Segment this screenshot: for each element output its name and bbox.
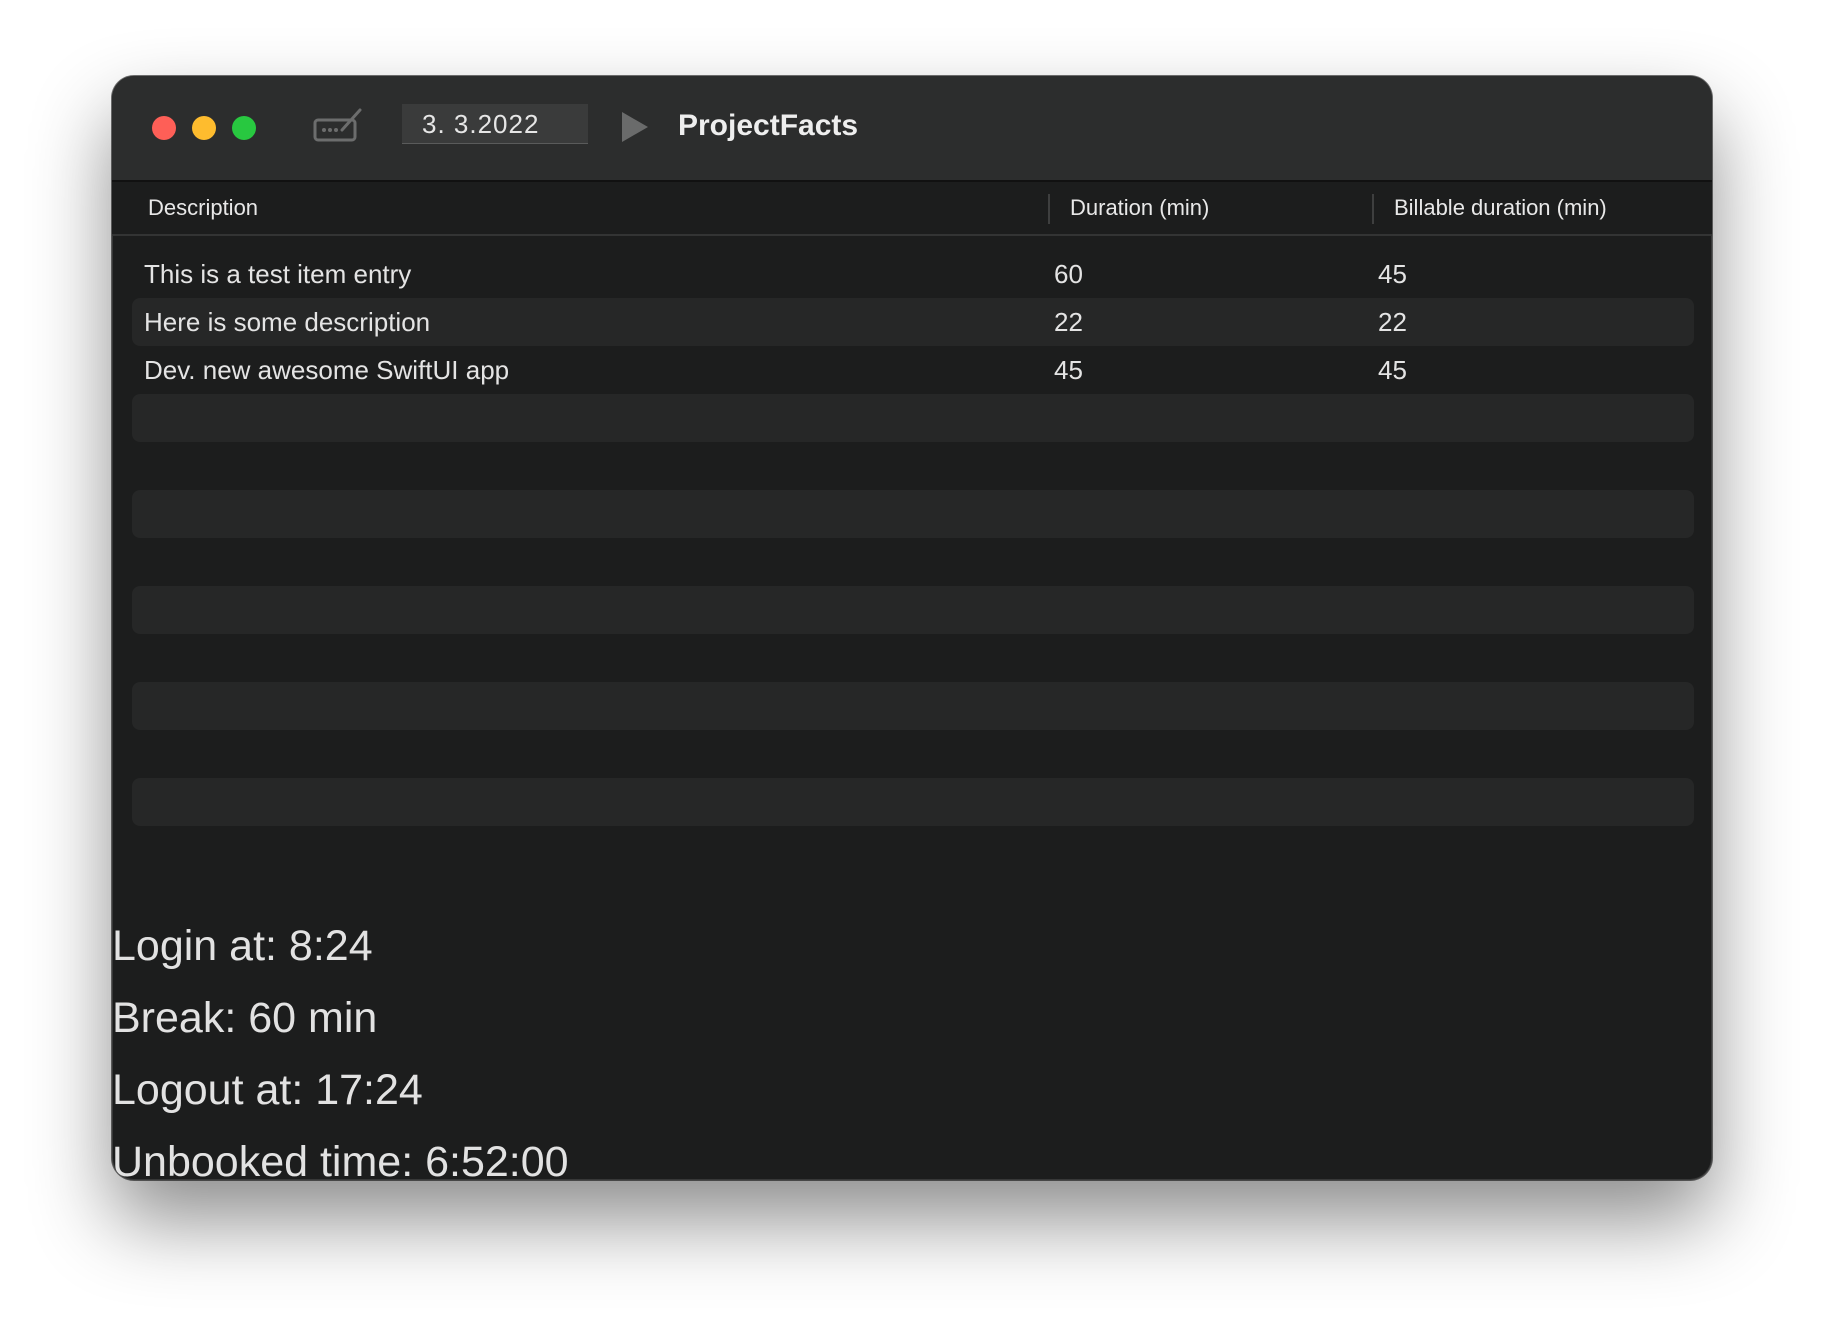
empty-row	[132, 586, 1694, 634]
empty-row	[132, 682, 1694, 730]
column-header-billable[interactable]: Billable duration (min)	[1394, 182, 1607, 234]
title-bar: 3. 3.2022 ProjectFacts	[112, 76, 1712, 182]
empty-row	[132, 538, 1694, 586]
duration-cell: 60	[1054, 259, 1083, 289]
date-picker[interactable]: 3. 3.2022	[402, 104, 588, 144]
column-divider[interactable]	[1048, 194, 1050, 224]
empty-row	[132, 490, 1694, 538]
empty-row	[132, 394, 1694, 442]
play-icon[interactable]	[620, 110, 650, 144]
minimize-window-button[interactable]	[192, 116, 216, 140]
column-divider[interactable]	[1372, 194, 1374, 224]
duration-cell: 22	[1054, 307, 1083, 337]
logout-time: Logout at: 17:24	[112, 1066, 423, 1114]
login-time: Login at: 8:24	[112, 922, 373, 970]
time-summary: Login at: 8:24 Break: 60 min Logout at: …	[112, 910, 569, 1180]
unbooked-time: Unbooked time: 6:52:00	[112, 1138, 569, 1180]
billable-cell: 22	[1378, 307, 1407, 337]
signature-icon[interactable]	[312, 106, 364, 146]
billable-cell: 45	[1378, 259, 1407, 289]
app-window: 3. 3.2022 ProjectFacts Description Durat…	[112, 76, 1712, 1180]
break-duration: Break: 60 min	[112, 994, 378, 1042]
column-header-description[interactable]: Description	[148, 182, 258, 234]
description-cell: Here is some description	[144, 307, 431, 337]
empty-row	[132, 442, 1694, 490]
empty-row	[132, 730, 1694, 778]
close-window-button[interactable]	[152, 116, 176, 140]
empty-row	[132, 634, 1694, 682]
maximize-window-button[interactable]	[232, 116, 256, 140]
table-row[interactable]: This is a test item entry 60 45	[132, 250, 1694, 298]
empty-row	[132, 778, 1694, 826]
table-row[interactable]: Here is some description 22 22	[132, 298, 1694, 346]
billable-cell: 45	[1378, 355, 1407, 385]
column-header-duration[interactable]: Duration (min)	[1070, 182, 1209, 234]
table-header: Description Duration (min) Billable dura…	[112, 182, 1712, 236]
table-row[interactable]: Dev. new awesome SwiftUI app 45 45	[132, 346, 1694, 394]
description-cell: Dev. new awesome SwiftUI app	[144, 355, 510, 385]
table-body: This is a test item entry 60 45 Here is …	[132, 250, 1694, 826]
duration-cell: 45	[1054, 355, 1083, 385]
window-title: ProjectFacts	[678, 109, 859, 142]
description-cell: This is a test item entry	[144, 259, 412, 289]
